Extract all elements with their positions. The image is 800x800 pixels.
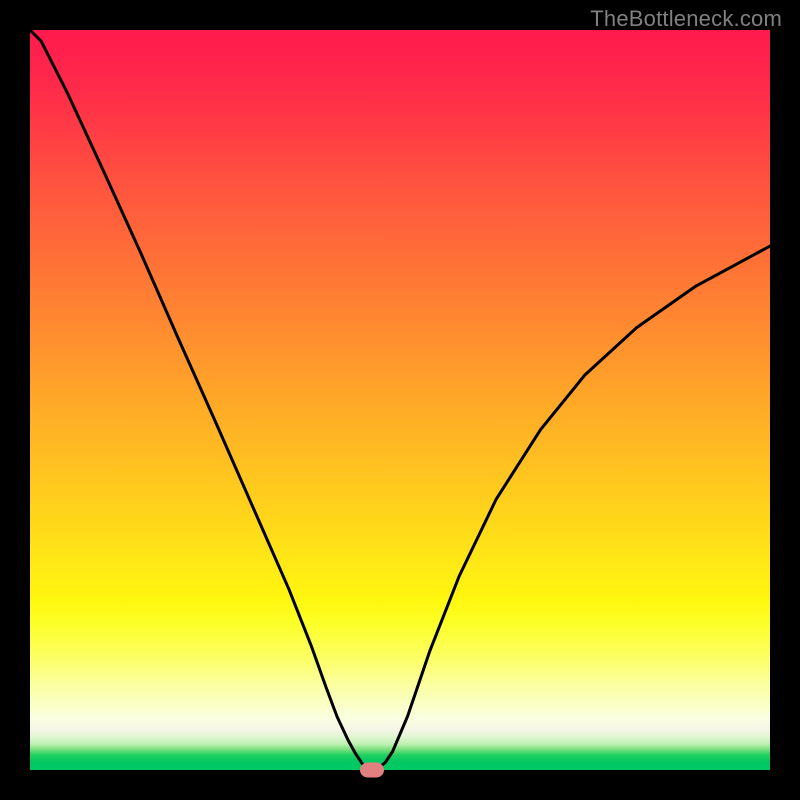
plot-area — [30, 30, 770, 770]
watermark-text: TheBottleneck.com — [590, 6, 782, 32]
curve-svg — [30, 30, 770, 770]
bottleneck-curve — [30, 30, 770, 770]
optimum-marker — [360, 763, 384, 778]
chart-container: TheBottleneck.com — [0, 0, 800, 800]
